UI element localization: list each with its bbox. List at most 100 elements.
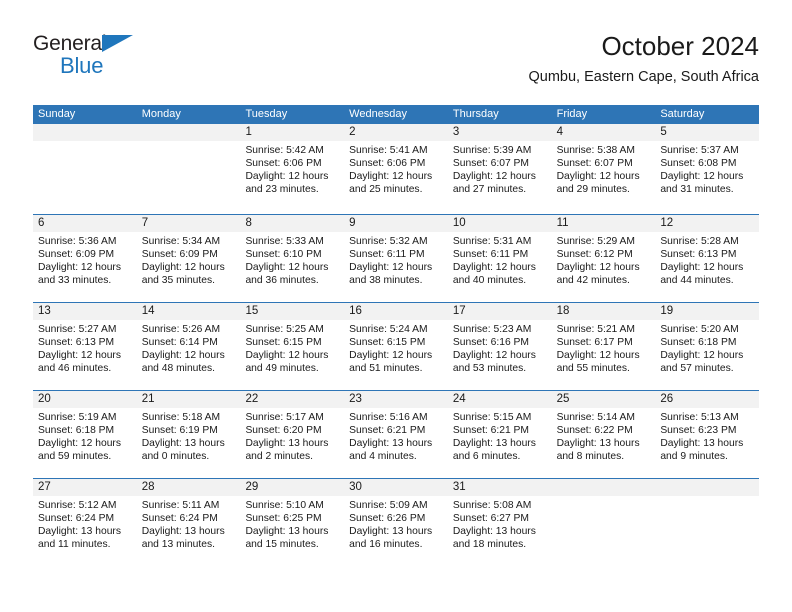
day-info-line: Sunset: 6:24 PM (141, 513, 218, 525)
day-cell[interactable]: 3 Sunrise: 5:39 AM Sunset: 6:07 PM Daylight… (447, 124, 552, 214)
day-info-line: Sunset: 6:06 PM (349, 158, 426, 170)
day-cell-empty (33, 124, 137, 214)
day-info-line: and 2 minutes. (245, 451, 313, 463)
day-info-line: Sunset: 6:21 PM (349, 425, 426, 437)
day-cell[interactable]: 8 Sunrise: 5:33 AM Sunset: 6:10 PM Daylight… (240, 215, 345, 302)
calendar-week-row: 6 Sunrise: 5:36 AM Sunset: 6:09 PM Daylight… (33, 214, 760, 302)
day-info-line: Daylight: 13 hours (245, 526, 329, 538)
day-cell[interactable]: 29 Sunrise: 5:10 AM Sunset: 6:25 PM Dayligh… (240, 479, 345, 566)
day-cell[interactable]: 11 Sunrise: 5:29 AM Sunset: 6:12 PM Dayligh… (551, 215, 656, 302)
day-sun-info: Sunrise: 5:26 AM Sunset: 6:14 PM Daylight:… (137, 320, 241, 375)
day-sun-info: Sunrise: 5:15 AM Sunset: 6:21 PM Daylight:… (448, 408, 552, 463)
day-cell[interactable]: 30 Sunrise: 5:09 AM Sunset: 6:26 PM Dayligh… (344, 479, 448, 566)
day-info-line: Daylight: 12 hours (245, 350, 329, 362)
day-cell[interactable]: 14 Sunrise: 5:26 AM Sunset: 6:14 PM Dayligh… (136, 303, 241, 390)
day-info-line: Sunrise: 5:11 AM (141, 500, 220, 511)
day-cell[interactable]: 6 Sunrise: 5:36 AM Sunset: 6:09 PM Daylight… (33, 215, 137, 302)
day-cell[interactable]: 15 Sunrise: 5:25 AM Sunset: 6:15 PM Dayligh… (240, 303, 345, 390)
day-cell[interactable]: 17 Sunrise: 5:23 AM Sunset: 6:16 PM Dayligh… (447, 303, 552, 390)
day-info-line: Daylight: 12 hours (349, 171, 433, 183)
day-info-line: Daylight: 13 hours (141, 526, 225, 538)
day-info-line: Sunrise: 5:29 AM (556, 236, 636, 247)
weekday-header-sunday: Sunday (38, 108, 76, 120)
day-cell[interactable]: 24 Sunrise: 5:15 AM Sunset: 6:21 PM Dayligh… (447, 391, 552, 478)
day-number: 4 (556, 126, 563, 138)
day-info-line: Daylight: 12 hours (349, 350, 433, 362)
day-cell[interactable]: 10 Sunrise: 5:31 AM Sunset: 6:11 PM Dayligh… (447, 215, 552, 302)
day-info-line: and 42 minutes. (556, 275, 630, 287)
day-info-line: Sunset: 6:13 PM (660, 249, 737, 261)
day-cell[interactable]: 23 Sunrise: 5:16 AM Sunset: 6:21 PM Dayligh… (344, 391, 448, 478)
day-number: 21 (141, 393, 155, 405)
day-info-line: Sunset: 6:17 PM (556, 337, 633, 349)
day-cell[interactable]: 13 Sunrise: 5:27 AM Sunset: 6:13 PM Dayligh… (33, 303, 137, 390)
day-info-line: Sunset: 6:19 PM (141, 425, 218, 437)
day-info-line: Daylight: 13 hours (349, 438, 433, 450)
day-info-line: and 57 minutes. (660, 363, 734, 375)
day-info-line: Sunset: 6:07 PM (556, 158, 633, 170)
day-cell[interactable]: 16 Sunrise: 5:24 AM Sunset: 6:15 PM Dayligh… (344, 303, 448, 390)
day-info-line: Daylight: 12 hours (38, 438, 121, 450)
day-cell[interactable]: 9 Sunrise: 5:32 AM Sunset: 6:11 PM Daylight… (344, 215, 448, 302)
day-cell[interactable]: 2 Sunrise: 5:41 AM Sunset: 6:06 PM Daylight… (344, 124, 448, 214)
day-info-line: Sunset: 6:20 PM (245, 425, 322, 437)
day-info-line: Daylight: 12 hours (556, 350, 640, 362)
day-cell[interactable]: 28 Sunrise: 5:11 AM Sunset: 6:24 PM Dayligh… (136, 479, 241, 566)
day-sun-info: Sunrise: 5:41 AM Sunset: 6:06 PM Daylight:… (344, 141, 448, 196)
day-cell[interactable]: 20 Sunrise: 5:19 AM Sunset: 6:18 PM Dayligh… (33, 391, 137, 478)
day-info-line: and 11 minutes. (38, 539, 111, 551)
day-number-band: 19 (655, 303, 760, 320)
day-sun-info: Sunrise: 5:12 AM Sunset: 6:24 PM Daylight:… (33, 496, 137, 551)
day-info-line: Sunset: 6:16 PM (452, 337, 530, 349)
day-cell-empty (136, 124, 241, 214)
day-info-line: Sunrise: 5:19 AM (38, 412, 117, 423)
day-cell[interactable]: 27 Sunrise: 5:12 AM Sunset: 6:24 PM Dayligh… (33, 479, 137, 566)
day-cell[interactable]: 1 Sunrise: 5:42 AM Sunset: 6:06 PM Daylight… (240, 124, 345, 214)
day-info-line: Sunrise: 5:34 AM (141, 236, 221, 247)
day-number: 28 (141, 481, 155, 493)
day-info-line: Sunrise: 5:18 AM (141, 412, 221, 423)
day-sun-info: Sunrise: 5:14 AM Sunset: 6:22 PM Daylight:… (552, 408, 656, 463)
day-info-line: and 59 minutes. (38, 451, 112, 463)
day-cell[interactable]: 21 Sunrise: 5:18 AM Sunset: 6:19 PM Dayligh… (136, 391, 241, 478)
day-cell[interactable]: 25 Sunrise: 5:14 AM Sunset: 6:22 PM Dayligh… (551, 391, 656, 478)
day-sun-info: Sunrise: 5:08 AM Sunset: 6:27 PM Daylight:… (448, 496, 552, 551)
calendar-grid: Sunday Monday Tuesday Wednesday Thursday Frid… (33, 105, 760, 566)
day-info-line: Sunrise: 5:33 AM (245, 236, 324, 247)
day-cell-empty (551, 479, 656, 566)
day-info-line: Sunrise: 5:17 AM (245, 412, 324, 423)
day-info-line: and 6 minutes. (452, 451, 521, 463)
day-info-line: and 16 minutes. (349, 539, 423, 551)
day-cell[interactable]: 26 Sunrise: 5:13 AM Sunset: 6:23 PM Dayligh… (655, 391, 760, 478)
day-cell[interactable]: 12 Sunrise: 5:28 AM Sunset: 6:13 PM Dayligh… (655, 215, 760, 302)
day-number: 12 (660, 217, 674, 229)
day-cell[interactable]: 5 Sunrise: 5:37 AM Sunset: 6:08 PM Daylight… (655, 124, 760, 214)
day-info-line: Daylight: 12 hours (556, 171, 640, 183)
day-cell[interactable]: 18 Sunrise: 5:21 AM Sunset: 6:17 PM Dayligh… (551, 303, 656, 390)
day-cell[interactable]: 22 Sunrise: 5:17 AM Sunset: 6:20 PM Dayligh… (240, 391, 345, 478)
day-info-line: Sunset: 6:18 PM (38, 425, 115, 437)
day-number: 17 (452, 305, 466, 317)
day-cell[interactable]: 7 Sunrise: 5:34 AM Sunset: 6:09 PM Daylight… (136, 215, 241, 302)
day-info-line: and 4 minutes. (349, 451, 417, 463)
day-sun-info: Sunrise: 5:32 AM Sunset: 6:11 PM Daylight:… (344, 232, 448, 287)
day-number: 23 (349, 393, 362, 405)
day-info-line: Sunrise: 5:16 AM (349, 412, 428, 423)
day-number: 11 (556, 217, 569, 229)
day-sun-info: Sunrise: 5:28 AM Sunset: 6:13 PM Daylight:… (655, 232, 759, 287)
day-cell[interactable]: 19 Sunrise: 5:20 AM Sunset: 6:18 PM Dayligh… (655, 303, 760, 390)
day-cell[interactable]: 4 Sunrise: 5:38 AM Sunset: 6:07 PM Daylight… (551, 124, 656, 214)
day-number: 8 (245, 217, 252, 229)
day-info-line: Sunrise: 5:37 AM (660, 145, 739, 156)
day-number-band: 26 (655, 391, 760, 408)
day-cell[interactable]: 31 Sunrise: 5:08 AM Sunset: 6:27 PM Dayligh… (447, 479, 552, 566)
day-number-band: 9 (344, 215, 448, 232)
day-info-line: Daylight: 13 hours (556, 438, 640, 450)
day-info-line: Daylight: 13 hours (349, 526, 433, 538)
day-number-band: 10 (447, 215, 552, 232)
weekday-header-row: Sunday Monday Tuesday Wednesday Thursday Frid… (33, 105, 759, 124)
day-info-line: Sunset: 6:25 PM (245, 513, 322, 525)
day-number-band: 7 (136, 215, 241, 232)
day-info-line: Daylight: 12 hours (660, 171, 744, 183)
day-number-band: 3 (447, 124, 552, 141)
